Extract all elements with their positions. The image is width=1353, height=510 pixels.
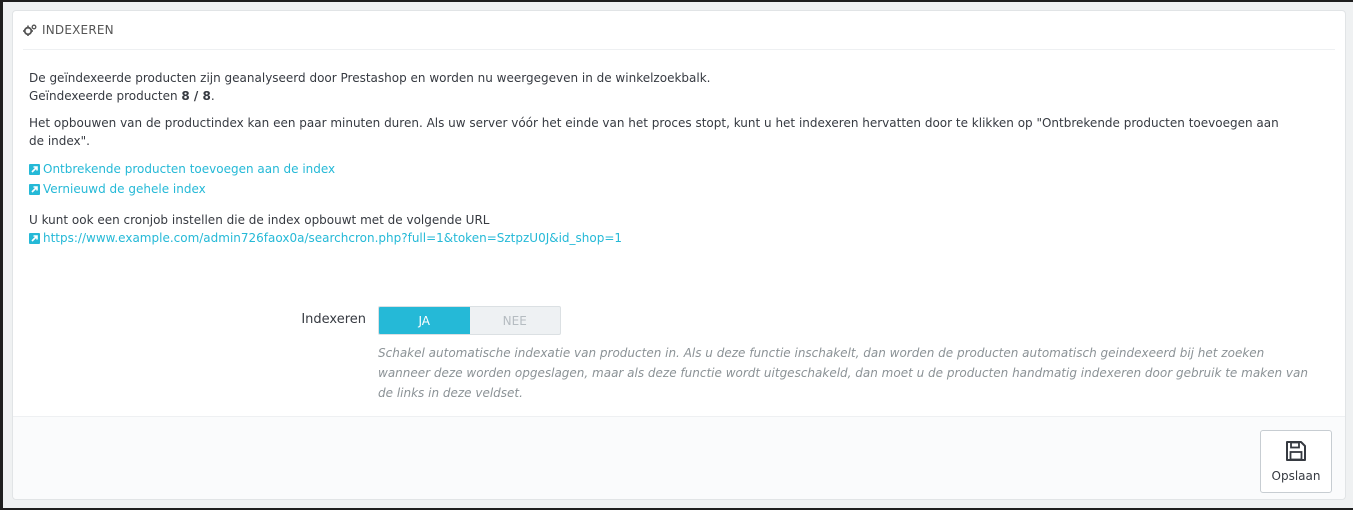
indexing-panel: INDEXEREN De geïndexeerde producten zijn… — [12, 10, 1346, 500]
indexed-label: Geïndexeerde producten — [29, 89, 182, 103]
panel-title: INDEXEREN — [42, 23, 114, 37]
panel-footer: Opslaan — [13, 416, 1345, 499]
rebuild-index-link[interactable]: Vernieuwd de gehele index — [29, 179, 1329, 200]
save-button[interactable]: Opslaan — [1260, 430, 1332, 493]
add-missing-link[interactable]: Ontbrekende producten toevoegen aan de i… — [29, 159, 1329, 180]
cogs-icon — [23, 24, 37, 36]
panel-heading: INDEXEREN — [23, 11, 1335, 50]
toggle-no[interactable]: NEE — [470, 307, 561, 334]
floppy-disk-icon — [1285, 440, 1307, 465]
toggle-yes[interactable]: JA — [379, 307, 470, 334]
indexing-toggle[interactable]: JA NEE — [378, 306, 561, 335]
external-link-icon — [29, 232, 40, 244]
indexed-suffix: . — [210, 89, 215, 103]
info-text: Het opbouwen van de productindex kan een… — [29, 116, 1279, 148]
add-missing-label: Ontbrekende producten toevoegen aan de i… — [43, 162, 336, 176]
intro-text: De geïndexeerde producten zijn geanalyse… — [29, 69, 1329, 105]
cron-text: U kunt ook een cronjob instellen die de … — [29, 213, 490, 227]
cron-url-link[interactable]: https://www.example.com/admin726faox0a/s… — [29, 229, 1329, 247]
save-label: Opslaan — [1271, 469, 1321, 483]
external-link-icon — [29, 184, 40, 195]
rebuild-label: Vernieuwd de gehele index — [43, 182, 206, 196]
page-background: INDEXEREN De geïndexeerde producten zijn… — [3, 2, 1353, 508]
indexing-label: Indexeren — [301, 312, 366, 327]
indexed-count: 8 / 8 — [181, 89, 211, 103]
intro-line: De geïndexeerde producten zijn geanalyse… — [29, 71, 711, 85]
external-link-icon — [29, 164, 40, 175]
cron-url: https://www.example.com/admin726faox0a/s… — [43, 231, 623, 245]
panel-body: De geïndexeerde producten zijn geanalyse… — [29, 69, 1329, 400]
indexing-help-text: Schakel automatische indexatie van produ… — [378, 346, 1308, 400]
